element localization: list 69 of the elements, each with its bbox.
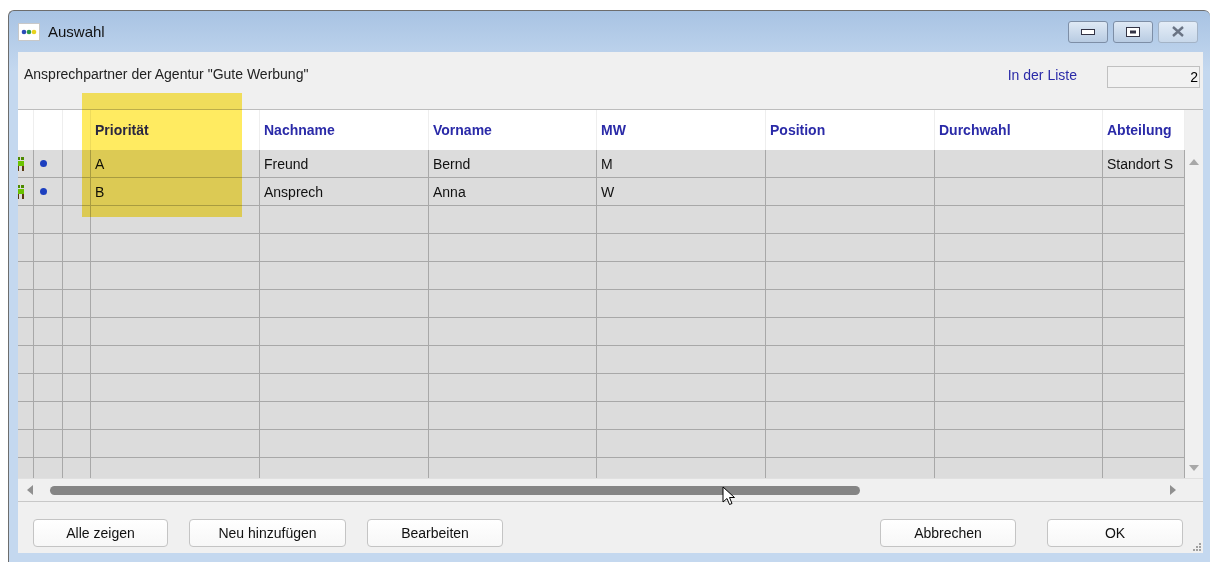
minimize-button[interactable] xyxy=(1068,20,1108,43)
table-cell xyxy=(18,430,34,458)
dialog-button[interactable]: Abbrechen xyxy=(880,519,1016,547)
maximize-icon xyxy=(1126,26,1140,37)
column-header[interactable]: Priorität xyxy=(91,110,260,150)
person-icon xyxy=(18,156,25,171)
column-header[interactable]: MW xyxy=(597,110,766,150)
dialog-button[interactable]: Neu hinzufügen xyxy=(189,519,346,547)
close-icon xyxy=(1171,26,1185,37)
table-cell xyxy=(63,262,91,290)
table-cell: Ansprech xyxy=(260,178,429,206)
table-cell xyxy=(34,402,63,430)
status-dot-icon xyxy=(40,160,47,167)
table-cell xyxy=(18,402,34,430)
scrollbar-thumb[interactable] xyxy=(50,485,860,495)
table-cell xyxy=(34,262,63,290)
dialog-button[interactable]: Alle zeigen xyxy=(33,519,168,547)
table-cell xyxy=(34,374,63,402)
status-dot-icon xyxy=(40,188,47,195)
table-cell: W xyxy=(597,178,766,206)
resize-grip-icon[interactable] xyxy=(1191,541,1201,551)
column-header[interactable]: Durchwahl xyxy=(935,110,1103,150)
column-header[interactable]: Abteilung xyxy=(1103,110,1185,150)
table-cell: M xyxy=(597,150,766,178)
column-header[interactable]: Nachname xyxy=(260,110,429,150)
table-cell xyxy=(63,346,91,374)
column-header[interactable] xyxy=(63,110,91,150)
scroll-down-icon[interactable] xyxy=(1188,464,1200,472)
scroll-left-icon[interactable] xyxy=(26,484,34,496)
table-cell: A xyxy=(91,150,260,178)
table-cell xyxy=(34,290,63,318)
table-cell xyxy=(18,374,34,402)
table-cell xyxy=(63,374,91,402)
subtitle: Ansprechpartner der Agentur "Gute Werbung" xyxy=(24,66,309,82)
mouse-cursor-icon xyxy=(722,486,736,506)
table-cell xyxy=(34,346,63,374)
table-cell xyxy=(18,262,34,290)
minimize-icon xyxy=(1081,28,1095,35)
scroll-right-icon[interactable] xyxy=(1169,484,1177,496)
table-cell xyxy=(34,430,63,458)
table-cell xyxy=(63,318,91,346)
column-header[interactable]: Vorname xyxy=(429,110,597,150)
table-cell: Anna xyxy=(429,178,597,206)
person-icon xyxy=(18,184,25,199)
table-cell xyxy=(34,234,63,262)
app-icon xyxy=(18,22,40,41)
column-header[interactable]: Position xyxy=(766,110,935,150)
dialog-button[interactable]: Bearbeiten xyxy=(367,519,503,547)
table-cell xyxy=(63,430,91,458)
table-cell xyxy=(63,402,91,430)
table-cell: Bernd xyxy=(429,150,597,178)
window-title: Auswahl xyxy=(48,23,105,40)
table-cell xyxy=(34,318,63,346)
count-field: 2 xyxy=(1107,66,1200,88)
table-cell xyxy=(18,290,34,318)
table-cell xyxy=(18,318,34,346)
scroll-up-icon[interactable] xyxy=(1188,158,1200,166)
close-button[interactable] xyxy=(1158,20,1198,43)
table-cell: B xyxy=(91,178,260,206)
table-cell xyxy=(63,206,91,234)
maximize-button[interactable] xyxy=(1113,20,1153,43)
table-cell: Freund xyxy=(260,150,429,178)
count-label: In der Liste xyxy=(1007,67,1077,83)
dialog-button[interactable]: OK xyxy=(1047,519,1183,547)
horizontal-scrollbar[interactable] xyxy=(18,478,1203,502)
table-cell xyxy=(63,234,91,262)
table-cell xyxy=(18,234,34,262)
table-cell xyxy=(18,346,34,374)
table-cell xyxy=(63,290,91,318)
